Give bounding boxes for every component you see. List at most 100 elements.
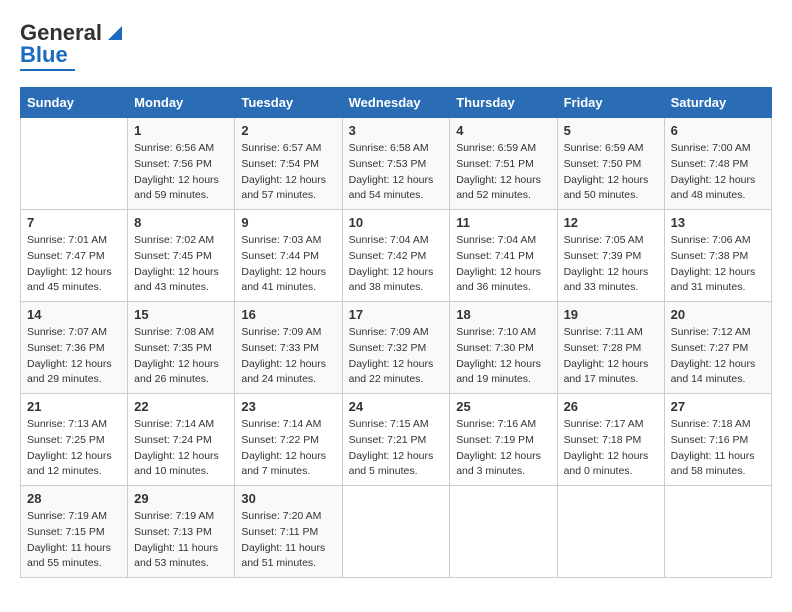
day-number: 16 (241, 307, 335, 322)
calendar-header-tuesday: Tuesday (235, 88, 342, 118)
day-number: 8 (134, 215, 228, 230)
calendar-cell: 2 Sunrise: 6:57 AMSunset: 7:54 PMDaylight… (235, 118, 342, 210)
calendar-week-row: 1 Sunrise: 6:56 AMSunset: 7:56 PMDaylight… (21, 118, 772, 210)
day-info: Sunrise: 7:08 AMSunset: 7:35 PMDaylight:… (134, 325, 228, 388)
calendar-cell: 16Sunrise: 7:09 AMSunset: 7:33 PMDayligh… (235, 302, 342, 394)
day-info: Sunrise: 7:14 AMSunset: 7:22 PMDaylight:… (241, 417, 335, 480)
day-number: 29 (134, 491, 228, 506)
day-info: Sunrise: 7:00 AMSunset: 7:48 PMDaylight:… (671, 141, 765, 204)
day-info: Sunrise: 7:01 AMSunset: 7:47 PMDaylight:… (27, 233, 121, 296)
calendar-cell: 29 Sunrise: 7:19 AMSunset: 7:13 PMDayligh… (128, 486, 235, 578)
day-info: Sunrise: 7:03 AMSunset: 7:44 PMDaylight:… (241, 233, 335, 296)
calendar-cell: 7Sunrise: 7:01 AMSunset: 7:47 PMDaylight… (21, 210, 128, 302)
day-number: 24 (349, 399, 444, 414)
day-info: Sunrise: 7:02 AMSunset: 7:45 PMDaylight:… (134, 233, 228, 296)
calendar-cell (21, 118, 128, 210)
calendar-header-wednesday: Wednesday (342, 88, 450, 118)
day-number: 1 (134, 123, 228, 138)
day-number: 5 (564, 123, 658, 138)
calendar-cell: 3 Sunrise: 6:58 AMSunset: 7:53 PMDaylight… (342, 118, 450, 210)
calendar-cell: 14Sunrise: 7:07 AMSunset: 7:36 PMDayligh… (21, 302, 128, 394)
day-number: 30 (241, 491, 335, 506)
day-info: Sunrise: 7:11 AMSunset: 7:28 PMDaylight:… (564, 325, 658, 388)
day-number: 28 (27, 491, 121, 506)
logo: General Blue (20, 20, 126, 71)
calendar-cell: 6 Sunrise: 7:00 AMSunset: 7:48 PMDaylight… (664, 118, 771, 210)
day-number: 19 (564, 307, 658, 322)
day-info: Sunrise: 7:17 AMSunset: 7:18 PMDaylight:… (564, 417, 658, 480)
day-info: Sunrise: 7:18 AMSunset: 7:16 PMDaylight:… (671, 417, 765, 480)
logo-arrow-icon (104, 22, 126, 44)
calendar-cell: 1 Sunrise: 6:56 AMSunset: 7:56 PMDaylight… (128, 118, 235, 210)
day-info: Sunrise: 7:10 AMSunset: 7:30 PMDaylight:… (456, 325, 550, 388)
calendar-cell: 24 Sunrise: 7:15 AMSunset: 7:21 PMDayligh… (342, 394, 450, 486)
day-info: Sunrise: 7:04 AMSunset: 7:41 PMDaylight:… (456, 233, 550, 296)
calendar-cell: 11 Sunrise: 7:04 AMSunset: 7:41 PMDayligh… (450, 210, 557, 302)
calendar-cell: 18 Sunrise: 7:10 AMSunset: 7:30 PMDayligh… (450, 302, 557, 394)
calendar-cell: 28 Sunrise: 7:19 AMSunset: 7:15 PMDayligh… (21, 486, 128, 578)
day-info: Sunrise: 6:56 AMSunset: 7:56 PMDaylight:… (134, 141, 228, 204)
day-number: 12 (564, 215, 658, 230)
calendar-cell: 27 Sunrise: 7:18 AMSunset: 7:16 PMDayligh… (664, 394, 771, 486)
calendar-cell (450, 486, 557, 578)
day-number: 20 (671, 307, 765, 322)
calendar-cell: 4 Sunrise: 6:59 AMSunset: 7:51 PMDaylight… (450, 118, 557, 210)
day-info: Sunrise: 7:14 AMSunset: 7:24 PMDaylight:… (134, 417, 228, 480)
calendar-header-row: SundayMondayTuesdayWednesdayThursdayFrid… (21, 88, 772, 118)
day-info: Sunrise: 7:12 AMSunset: 7:27 PMDaylight:… (671, 325, 765, 388)
day-number: 18 (456, 307, 550, 322)
calendar-header-friday: Friday (557, 88, 664, 118)
calendar-cell: 13Sunrise: 7:06 AMSunset: 7:38 PMDayligh… (664, 210, 771, 302)
calendar-cell: 22 Sunrise: 7:14 AMSunset: 7:24 PMDayligh… (128, 394, 235, 486)
calendar-header-saturday: Saturday (664, 88, 771, 118)
calendar-cell: 19 Sunrise: 7:11 AMSunset: 7:28 PMDayligh… (557, 302, 664, 394)
day-info: Sunrise: 6:58 AMSunset: 7:53 PMDaylight:… (349, 141, 444, 204)
day-number: 11 (456, 215, 550, 230)
day-number: 3 (349, 123, 444, 138)
calendar-cell: 30 Sunrise: 7:20 AMSunset: 7:11 PMDayligh… (235, 486, 342, 578)
calendar-cell: 17 Sunrise: 7:09 AMSunset: 7:32 PMDayligh… (342, 302, 450, 394)
day-info: Sunrise: 7:19 AMSunset: 7:13 PMDaylight:… (134, 509, 228, 572)
calendar-cell (342, 486, 450, 578)
day-number: 26 (564, 399, 658, 414)
logo-underline (20, 69, 75, 71)
page-header: General Blue (20, 20, 772, 71)
calendar-table: SundayMondayTuesdayWednesdayThursdayFrid… (20, 87, 772, 578)
day-info: Sunrise: 6:59 AMSunset: 7:51 PMDaylight:… (456, 141, 550, 204)
calendar-cell: 10 Sunrise: 7:04 AMSunset: 7:42 PMDayligh… (342, 210, 450, 302)
day-info: Sunrise: 7:09 AMSunset: 7:32 PMDaylight:… (349, 325, 444, 388)
calendar-cell: 12 Sunrise: 7:05 AMSunset: 7:39 PMDayligh… (557, 210, 664, 302)
day-number: 15 (134, 307, 228, 322)
day-info: Sunrise: 7:16 AMSunset: 7:19 PMDaylight:… (456, 417, 550, 480)
calendar-week-row: 7Sunrise: 7:01 AMSunset: 7:47 PMDaylight… (21, 210, 772, 302)
day-info: Sunrise: 7:15 AMSunset: 7:21 PMDaylight:… (349, 417, 444, 480)
day-number: 9 (241, 215, 335, 230)
day-info: Sunrise: 7:20 AMSunset: 7:11 PMDaylight:… (241, 509, 335, 572)
calendar-cell: 25Sunrise: 7:16 AMSunset: 7:19 PMDayligh… (450, 394, 557, 486)
calendar-header-thursday: Thursday (450, 88, 557, 118)
day-number: 17 (349, 307, 444, 322)
calendar-cell: 21Sunrise: 7:13 AMSunset: 7:25 PMDayligh… (21, 394, 128, 486)
day-number: 27 (671, 399, 765, 414)
day-number: 4 (456, 123, 550, 138)
calendar-header-monday: Monday (128, 88, 235, 118)
day-number: 6 (671, 123, 765, 138)
calendar-cell: 23Sunrise: 7:14 AMSunset: 7:22 PMDayligh… (235, 394, 342, 486)
day-number: 22 (134, 399, 228, 414)
calendar-cell: 5Sunrise: 6:59 AMSunset: 7:50 PMDaylight… (557, 118, 664, 210)
day-number: 10 (349, 215, 444, 230)
day-info: Sunrise: 7:07 AMSunset: 7:36 PMDaylight:… (27, 325, 121, 388)
logo-blue: Blue (20, 42, 68, 68)
day-number: 13 (671, 215, 765, 230)
day-info: Sunrise: 6:57 AMSunset: 7:54 PMDaylight:… (241, 141, 335, 204)
calendar-cell (664, 486, 771, 578)
calendar-week-row: 14Sunrise: 7:07 AMSunset: 7:36 PMDayligh… (21, 302, 772, 394)
day-number: 2 (241, 123, 335, 138)
calendar-cell (557, 486, 664, 578)
day-info: Sunrise: 7:05 AMSunset: 7:39 PMDaylight:… (564, 233, 658, 296)
calendar-header-sunday: Sunday (21, 88, 128, 118)
calendar-cell: 20 Sunrise: 7:12 AMSunset: 7:27 PMDayligh… (664, 302, 771, 394)
day-info: Sunrise: 7:19 AMSunset: 7:15 PMDaylight:… (27, 509, 121, 572)
day-info: Sunrise: 7:04 AMSunset: 7:42 PMDaylight:… (349, 233, 444, 296)
calendar-cell: 15 Sunrise: 7:08 AMSunset: 7:35 PMDayligh… (128, 302, 235, 394)
